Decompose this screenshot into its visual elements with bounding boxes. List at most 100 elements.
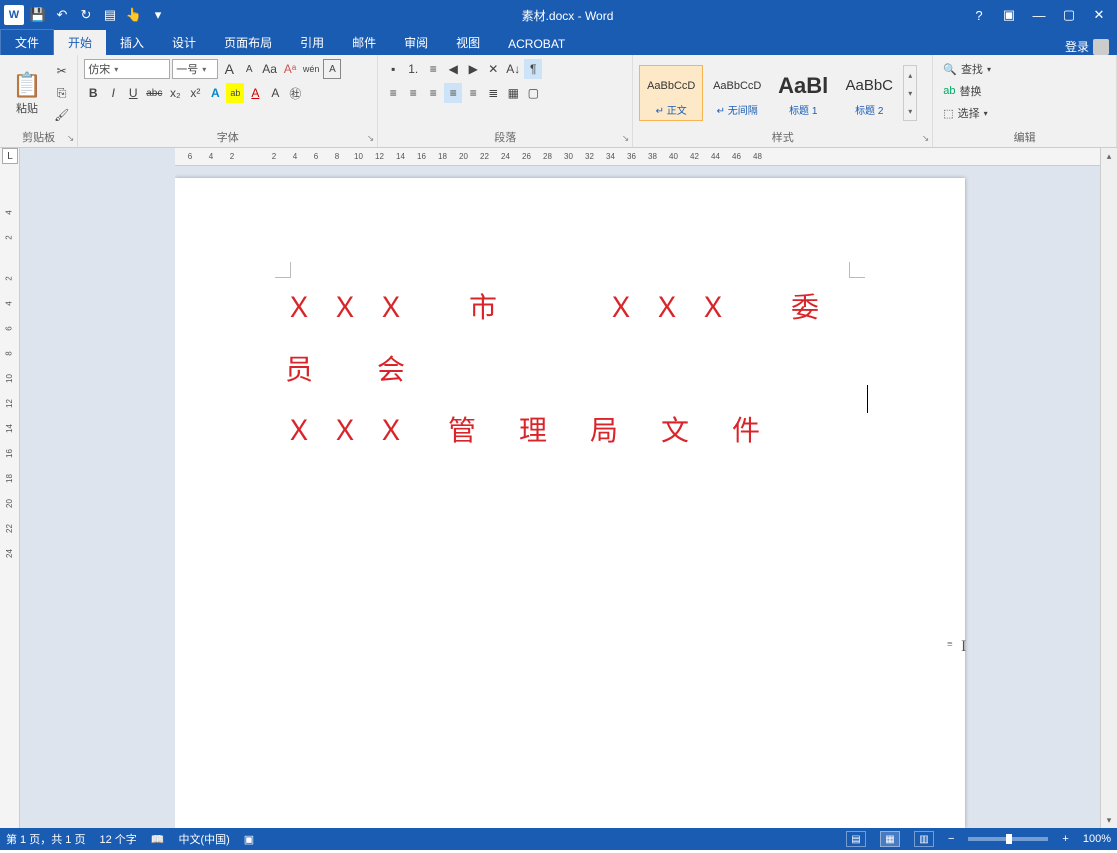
italic-button[interactable]: I	[104, 83, 122, 103]
tab-layout[interactable]: 页面布局	[210, 30, 286, 55]
doc-line2[interactable]: ＸＸＸ 管 理 局 文 件	[285, 401, 855, 463]
align-right-button[interactable]: ≡	[424, 83, 442, 103]
font-name-combo[interactable]: 仿宋▾	[84, 59, 170, 79]
group-editing: 🔍查找▾ ab替换 ⬚选择▾ 编辑	[933, 55, 1117, 147]
scroll-up-icon[interactable]: ▴	[1101, 148, 1117, 164]
clipboard-launcher-icon[interactable]: ↘	[67, 133, 75, 144]
show-marks-button[interactable]: ¶	[524, 59, 542, 79]
qat-more-icon[interactable]: ▾	[148, 5, 168, 25]
group-label: 字体	[84, 127, 371, 145]
superscript-button[interactable]: x²	[186, 83, 204, 103]
find-button[interactable]: 🔍查找▾	[939, 59, 1110, 79]
style-no-spacing[interactable]: AaBbCcD↵ 无间隔	[705, 65, 769, 121]
zoom-out-button[interactable]: −	[948, 833, 954, 845]
tab-selector-icon[interactable]: L	[2, 148, 18, 164]
style-normal[interactable]: AaBbCcD↵ 正文	[639, 65, 703, 121]
phonetic-button[interactable]: wén	[301, 59, 322, 79]
word-count[interactable]: 12 个字	[99, 831, 136, 847]
zoom-level[interactable]: 100%	[1083, 833, 1111, 845]
text-effects-button[interactable]: A	[206, 83, 224, 103]
enclose-char-button[interactable]: ㊓	[286, 83, 304, 103]
shading-button[interactable]: ▦	[504, 83, 522, 103]
redo-icon[interactable]: ↻	[76, 5, 96, 25]
style-heading2[interactable]: AaBbC标题 2	[837, 65, 901, 121]
clear-format-button[interactable]: Aᵃ	[281, 59, 299, 79]
paste-icon: 📋	[12, 71, 42, 100]
vertical-scrollbar[interactable]: ▴ ▾	[1100, 148, 1117, 828]
multilevel-button[interactable]: ≡	[424, 59, 442, 79]
macro-icon[interactable]: ▣	[244, 833, 254, 846]
grow-font-button[interactable]: A	[220, 59, 238, 79]
text-direction-button[interactable]: ✕	[484, 59, 502, 79]
numbering-button[interactable]: 1.	[404, 59, 422, 79]
document-page[interactable]: ＸＸＸ 市 ＸＸＸ 委 员 会 ＸＸＸ 管 理 局 文 件	[175, 178, 965, 828]
ribbon-options-icon[interactable]: ▣	[997, 5, 1021, 25]
tab-home[interactable]: 开始	[54, 30, 106, 55]
replace-button[interactable]: ab替换	[939, 81, 1110, 101]
language-indicator[interactable]: 中文(中国)	[178, 831, 229, 847]
maximize-icon[interactable]: ▢	[1057, 5, 1081, 25]
scroll-down-icon[interactable]: ▾	[1101, 812, 1117, 828]
proofing-icon[interactable]: 📖	[151, 833, 165, 846]
tab-file[interactable]: 文件	[0, 29, 54, 55]
save-icon[interactable]: 💾	[28, 5, 48, 25]
subscript-button[interactable]: x₂	[166, 83, 184, 103]
view-web-button[interactable]: ▥	[914, 831, 934, 847]
cut-button[interactable]: ✂	[52, 61, 71, 81]
page-indicator[interactable]: 第 1 页，共 1 页	[6, 831, 85, 847]
doc-line1[interactable]: ＸＸＸ 市 ＸＸＸ 委 员 会	[285, 278, 855, 401]
new-doc-icon[interactable]: ▤	[100, 5, 120, 25]
font-size-combo[interactable]: 一号▾	[172, 59, 218, 79]
minimize-icon[interactable]: —	[1027, 5, 1051, 25]
tab-review[interactable]: 审阅	[390, 30, 442, 55]
login-link[interactable]: 登录	[1065, 38, 1117, 55]
tab-acrobat[interactable]: ACROBAT	[494, 33, 579, 55]
align-justify-button[interactable]: ≡	[444, 83, 462, 103]
zoom-in-button[interactable]: +	[1062, 833, 1068, 845]
align-left-button[interactable]: ≡	[384, 83, 402, 103]
word-app-icon: W	[4, 5, 24, 25]
sort-button[interactable]: A↓	[504, 59, 522, 79]
vertical-ruler[interactable]: 4224681012141618202224	[0, 148, 20, 828]
shrink-font-button[interactable]: A	[240, 59, 258, 79]
font-launcher-icon[interactable]: ↘	[367, 133, 375, 144]
undo-icon[interactable]: ↶	[52, 5, 72, 25]
touch-mode-icon[interactable]: 👆	[124, 5, 144, 25]
tab-mailings[interactable]: 邮件	[338, 30, 390, 55]
align-center-button[interactable]: ≡	[404, 83, 422, 103]
change-case-button[interactable]: Aa	[260, 59, 279, 79]
highlight-button[interactable]: ab	[226, 83, 244, 103]
tab-view[interactable]: 视图	[442, 30, 494, 55]
style-gallery-more-icon[interactable]: ▴▾▾	[903, 65, 917, 121]
tab-references[interactable]: 引用	[286, 30, 338, 55]
bullets-button[interactable]: ▪	[384, 59, 402, 79]
align-distribute-button[interactable]: ≡	[464, 83, 482, 103]
increase-indent-button[interactable]: ▶	[464, 59, 482, 79]
underline-button[interactable]: U	[124, 83, 142, 103]
char-border-button[interactable]: A	[323, 59, 341, 79]
copy-button[interactable]: ⎘	[52, 83, 71, 103]
ribbon-tabs: 文件 开始 插入 设计 页面布局 引用 邮件 审阅 视图 ACROBAT 登录	[0, 30, 1117, 55]
view-read-button[interactable]: ▤	[846, 831, 866, 847]
paragraph-launcher-icon[interactable]: ↘	[622, 133, 630, 144]
char-shading-button[interactable]: A	[266, 83, 284, 103]
line-spacing-button[interactable]: ≣	[484, 83, 502, 103]
bold-button[interactable]: B	[84, 83, 102, 103]
style-heading1[interactable]: AaBl标题 1	[771, 65, 835, 121]
view-print-button[interactable]: ▦	[880, 831, 900, 847]
decrease-indent-button[interactable]: ◀	[444, 59, 462, 79]
strike-button[interactable]: abc	[144, 83, 164, 103]
zoom-slider[interactable]	[968, 837, 1048, 841]
styles-launcher-icon[interactable]: ↘	[922, 133, 930, 144]
paste-button[interactable]: 📋 粘贴	[6, 60, 48, 126]
horizontal-ruler[interactable]: 8642246810121416182022242628303234363840…	[175, 148, 1117, 166]
close-icon[interactable]: ✕	[1087, 5, 1111, 25]
tab-insert[interactable]: 插入	[106, 30, 158, 55]
select-button[interactable]: ⬚选择▾	[939, 103, 1110, 123]
help-icon[interactable]: ?	[967, 5, 991, 25]
format-painter-button[interactable]: 🖌	[52, 105, 71, 125]
font-color-button[interactable]: A	[246, 83, 264, 103]
tab-design[interactable]: 设计	[158, 30, 210, 55]
borders-button[interactable]: ▢	[524, 83, 542, 103]
replace-icon: ab	[943, 85, 955, 97]
